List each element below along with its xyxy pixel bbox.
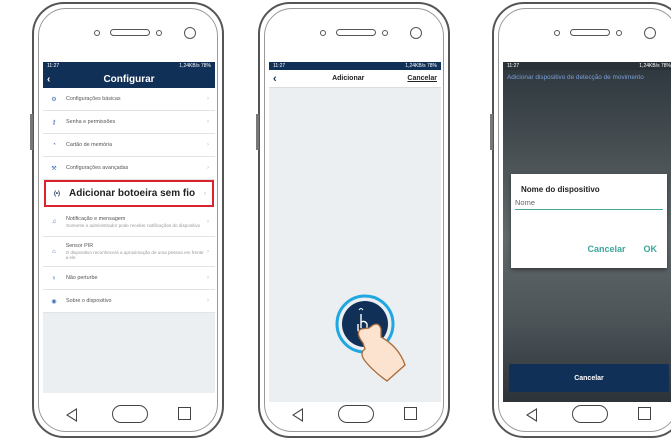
back-icon[interactable]: ‹	[273, 73, 289, 85]
add-content-area	[269, 88, 441, 402]
memory-card-icon: ◔	[52, 142, 56, 148]
page-title: Adicionar	[332, 75, 365, 82]
gear-icon: ⚙	[51, 96, 57, 103]
sensor-icon	[410, 27, 422, 39]
android-nav-bar	[34, 400, 222, 428]
settings-list: ⚙ Configurações básicas › ⚷ Senha e permiss…	[43, 88, 215, 313]
back-nav-icon[interactable]	[292, 408, 303, 422]
dialog-title: Nome do dispositivo	[521, 185, 600, 194]
page-title: Configurar	[103, 73, 155, 85]
settings-item-memory-card[interactable]: ◔ Cartão de memória ›	[43, 134, 215, 157]
advanced-settings-icon: ⚒	[51, 165, 57, 172]
settings-item-password[interactable]: ⚷ Senha e permissões ›	[43, 111, 215, 134]
back-nav-icon[interactable]	[66, 408, 77, 422]
bell-icon: ♫	[51, 218, 57, 225]
settings-item-about[interactable]: ◉ Sobre o dispositivo ›	[43, 290, 215, 313]
camera-icon	[554, 30, 560, 36]
status-bar: 11:27 1,24KB/s 78%	[503, 62, 671, 70]
info-icon: ◉	[51, 298, 57, 305]
room-background-image: Adicionar dispositivo de detecção de mov…	[503, 70, 671, 402]
phone-frame-add: 11:27 1,24KB/s 78% ‹ Adicionar Cancelar	[256, 2, 450, 438]
camera-icon	[94, 30, 100, 36]
back-nav-icon[interactable]	[526, 408, 537, 422]
chevron-right-icon: ›	[207, 218, 209, 225]
settings-item-pir-sensor[interactable]: ⌂ Sensor PIR O dispositivo reconhecerá a a…	[43, 237, 215, 267]
phone-frame-settings: 11:27 1,24KB/s 78% ‹ Configurar ⚙ Configu…	[30, 2, 224, 438]
settings-item-add-wireless-button[interactable]: (•) Adicionar botoeira sem fio ›	[44, 180, 214, 207]
android-nav-bar	[494, 400, 671, 428]
device-name-dialog: Nome do dispositivo Nome Cancelar OK	[511, 174, 667, 268]
motion-sensor-icon: ⌂	[51, 248, 56, 255]
settings-screen: 11:27 1,24KB/s 78% ‹ Configurar ⚙ Configu…	[43, 62, 215, 402]
settings-item-basic[interactable]: ⚙ Configurações básicas ›	[43, 88, 215, 111]
android-nav-bar	[260, 400, 448, 428]
chevron-right-icon: ›	[207, 142, 209, 148]
chevron-right-icon: ›	[207, 96, 209, 102]
speaker-icon	[336, 29, 376, 36]
recents-nav-icon[interactable]	[638, 407, 651, 420]
recents-nav-icon[interactable]	[178, 407, 191, 420]
cancel-button[interactable]: Cancelar	[509, 364, 669, 392]
cancel-link[interactable]: Cancelar	[407, 75, 437, 82]
device-name-input[interactable]: Nome	[515, 198, 663, 210]
camera-icon	[616, 30, 622, 36]
dialog-ok-button[interactable]: OK	[644, 244, 658, 254]
add-header: ‹ Adicionar Cancelar	[269, 70, 441, 88]
back-icon[interactable]: ‹	[43, 74, 59, 85]
chevron-right-icon: ›	[204, 190, 206, 197]
status-bar: 11:27 1,24KB/s 78%	[269, 62, 441, 70]
recents-nav-icon[interactable]	[404, 407, 417, 420]
do-not-disturb-icon: ☓	[52, 275, 56, 282]
chevron-right-icon: ›	[207, 298, 209, 304]
settings-item-do-not-disturb[interactable]: ☓ Não perturbe ›	[43, 267, 215, 290]
dialog-cancel-button[interactable]: Cancelar	[587, 244, 625, 254]
sensor-icon	[184, 27, 196, 39]
chevron-right-icon: ›	[207, 119, 209, 125]
page-heading: Adicionar dispositivo de detecção de mov…	[507, 74, 644, 81]
status-bar: 11:27 1,24KB/s 78%	[43, 62, 215, 70]
camera-icon	[156, 30, 162, 36]
side-button	[490, 114, 493, 150]
touch-button-illustration[interactable]	[325, 284, 441, 402]
side-button	[256, 114, 259, 150]
settings-item-notification[interactable]: ♫ Notificação e mensagem Somente o adminis…	[43, 207, 215, 237]
chevron-right-icon: ›	[207, 275, 209, 281]
chevron-right-icon: ›	[207, 165, 209, 171]
side-button	[30, 114, 33, 150]
home-nav-icon[interactable]	[112, 405, 148, 423]
chevron-right-icon: ›	[207, 248, 209, 255]
home-nav-icon[interactable]	[572, 405, 608, 423]
phone-frame-name-device: 11:27 1,24KB/s 78% Adicionar dispositivo…	[490, 2, 671, 438]
wireless-icon: (•)	[53, 190, 61, 197]
speaker-icon	[110, 29, 150, 36]
settings-item-advanced[interactable]: ⚒ Configurações avançadas ›	[43, 157, 215, 180]
camera-icon	[382, 30, 388, 36]
sensor-icon	[644, 27, 656, 39]
settings-header: ‹ Configurar	[43, 70, 215, 88]
speaker-icon	[570, 29, 610, 36]
add-screen: 11:27 1,24KB/s 78% ‹ Adicionar Cancelar	[269, 62, 441, 402]
name-device-screen: 11:27 1,24KB/s 78% Adicionar dispositivo…	[503, 62, 671, 402]
key-icon: ⚷	[51, 119, 57, 126]
camera-icon	[320, 30, 326, 36]
home-nav-icon[interactable]	[338, 405, 374, 423]
